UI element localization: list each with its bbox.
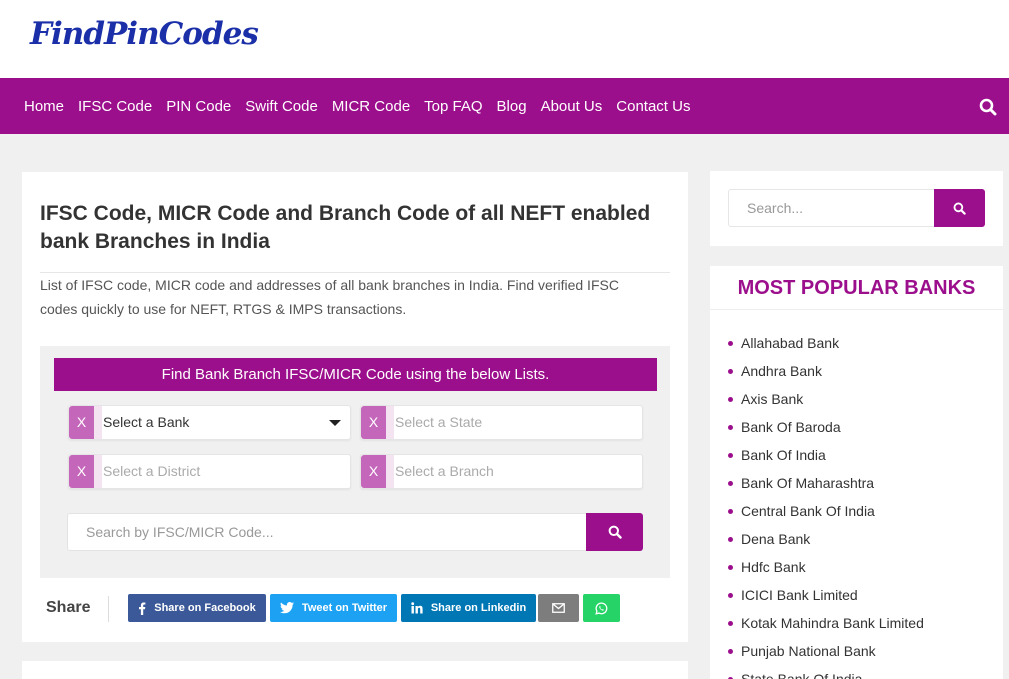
search-icon[interactable] <box>977 96 999 118</box>
nav-item-micr-code[interactable]: MICR Code <box>325 98 417 115</box>
share-email-button[interactable] <box>538 594 579 622</box>
twitter-icon <box>279 602 294 614</box>
sidebar-search-field[interactable] <box>728 189 935 227</box>
share-label: Share <box>46 599 91 616</box>
bank-link-andhra-bank[interactable]: Andhra Bank <box>728 360 924 388</box>
bank-link-punjab-national-bank[interactable]: Punjab National Bank <box>728 640 924 668</box>
whatsapp-icon <box>595 601 608 615</box>
code-search-button[interactable] <box>586 513 643 551</box>
clear-bank-button[interactable]: X <box>69 406 94 439</box>
nav-item-swift-code[interactable]: Swift Code <box>238 98 325 115</box>
code-search-input[interactable] <box>68 514 586 550</box>
bank-select-value: Select a Bank <box>103 414 190 430</box>
code-search-field[interactable] <box>67 513 587 551</box>
envelope-icon <box>552 603 565 613</box>
share-twitter-button[interactable]: Tweet on Twitter <box>270 594 397 622</box>
sidebar-search-input[interactable] <box>729 190 934 226</box>
clear-separator <box>386 406 394 439</box>
popular-banks-title: MOST POPULAR BANKS <box>737 277 976 299</box>
clear-separator <box>386 455 394 488</box>
search-icon <box>608 525 622 539</box>
share-whatsapp-button[interactable] <box>583 594 620 622</box>
clear-separator <box>94 455 102 488</box>
facebook-icon <box>139 602 146 615</box>
bank-link-icici-bank[interactable]: ICICI Bank Limited <box>728 584 924 612</box>
next-content-card <box>22 661 688 679</box>
clear-separator <box>94 406 102 439</box>
bank-link-axis-bank[interactable]: Axis Bank <box>728 388 924 416</box>
bank-link-bank-of-baroda[interactable]: Bank Of Baroda <box>728 416 924 444</box>
popular-banks-list: Allahabad Bank Andhra Bank Axis Bank Ban… <box>728 332 924 679</box>
bank-link-bank-of-maharashtra[interactable]: Bank Of Maharashtra <box>728 472 924 500</box>
nav-menu: Home IFSC Code PIN Code Swift Code MICR … <box>17 78 697 134</box>
sidebar-search-button[interactable] <box>934 189 985 227</box>
nav-item-top-faq[interactable]: Top FAQ <box>417 98 489 115</box>
nav-item-blog[interactable]: Blog <box>490 98 534 115</box>
bank-link-state-bank-of-india[interactable]: State Bank Of India <box>728 668 924 679</box>
bank-link-kotak-mahindra-bank[interactable]: Kotak Mahindra Bank Limited <box>728 612 924 640</box>
share-linkedin-label: Share on Linkedin <box>430 602 527 614</box>
state-select-value: Select a State <box>395 414 483 430</box>
clear-district-button[interactable]: X <box>69 455 94 488</box>
clear-state-button[interactable]: X <box>361 406 386 439</box>
nav-item-home[interactable]: Home <box>17 98 71 115</box>
linkedin-icon <box>411 602 423 614</box>
share-linkedin-button[interactable]: Share on Linkedin <box>401 594 536 622</box>
share-divider <box>108 596 109 622</box>
site-header: FindPinCodes <box>0 0 1009 78</box>
nav-item-ifsc-code[interactable]: IFSC Code <box>71 98 159 115</box>
sidebar-search-widget <box>710 171 1003 246</box>
clear-branch-button[interactable]: X <box>361 455 386 488</box>
caret-down-icon <box>329 420 341 426</box>
main-content: IFSC Code, MICR Code and Branch Code of … <box>22 172 688 642</box>
bank-link-hdfc-bank[interactable]: Hdfc Bank <box>728 556 924 584</box>
finder-heading: Find Bank Branch IFSC/MICR Code using th… <box>54 358 657 391</box>
page-title: IFSC Code, MICR Code and Branch Code of … <box>40 202 651 253</box>
district-select[interactable]: X Select a District <box>68 454 351 489</box>
nav-item-pin-code[interactable]: PIN Code <box>159 98 238 115</box>
state-select[interactable]: X Select a State <box>360 405 643 440</box>
intro-text: List of IFSC code, MICR code and address… <box>40 277 619 317</box>
branch-select-value: Select a Branch <box>395 463 494 479</box>
bank-select[interactable]: X Select a Bank <box>68 405 351 440</box>
nav-item-about-us[interactable]: About Us <box>534 98 610 115</box>
share-facebook-button[interactable]: Share on Facebook <box>128 594 266 622</box>
bank-link-allahabad-bank[interactable]: Allahabad Bank <box>728 332 924 360</box>
popular-divider <box>710 309 1003 310</box>
nav-item-contact-us[interactable]: Contact Us <box>609 98 697 115</box>
share-twitter-label: Tweet on Twitter <box>301 602 388 614</box>
bank-finder: Find Bank Branch IFSC/MICR Code using th… <box>40 346 670 578</box>
search-icon <box>953 202 966 215</box>
district-select-value: Select a District <box>103 463 201 479</box>
site-logo[interactable]: FindPinCodes <box>30 16 259 52</box>
main-nav: Home IFSC Code PIN Code Swift Code MICR … <box>0 78 1009 134</box>
popular-banks-widget: MOST POPULAR BANKS Allahabad Bank Andhra… <box>710 266 1003 679</box>
bank-link-bank-of-india[interactable]: Bank Of India <box>728 444 924 472</box>
bank-link-dena-bank[interactable]: Dena Bank <box>728 528 924 556</box>
share-facebook-label: Share on Facebook <box>154 602 256 614</box>
branch-select[interactable]: X Select a Branch <box>360 454 643 489</box>
bank-link-central-bank-of-india[interactable]: Central Bank Of India <box>728 500 924 528</box>
